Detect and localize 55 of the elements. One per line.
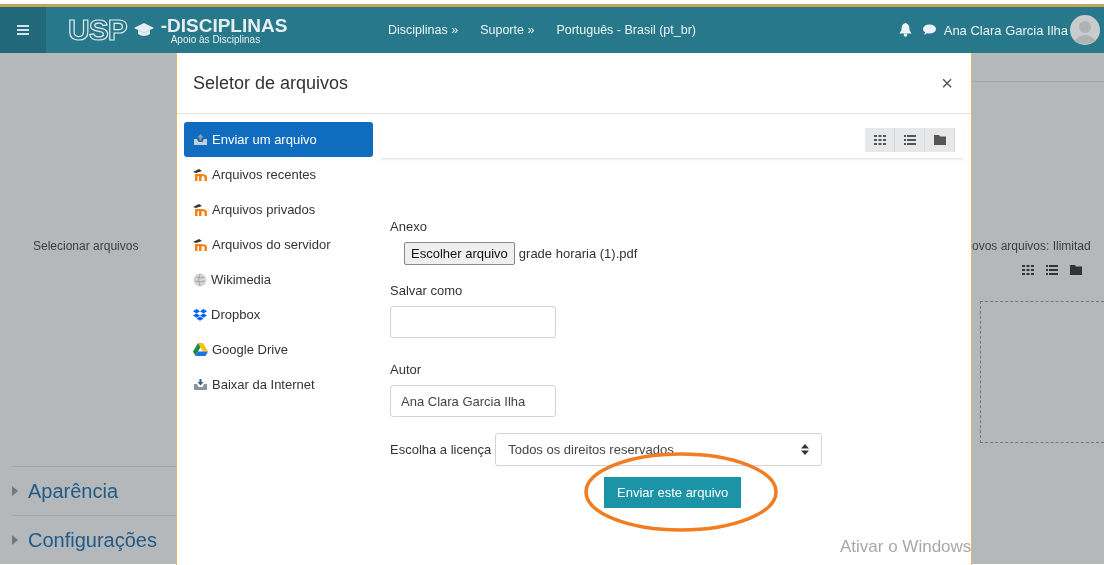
globe-icon	[193, 272, 207, 287]
expand-triangle-icon	[12, 486, 18, 496]
repository-item[interactable]: Dropbox	[184, 297, 373, 332]
repository-item[interactable]: Arquivos privados	[184, 192, 373, 227]
folder-icon[interactable]	[1070, 265, 1082, 275]
license-select[interactable]: Todos os direitos reservados	[495, 433, 823, 466]
field-label: Selecionar arquivos	[33, 239, 140, 253]
list-view-icon[interactable]	[1046, 265, 1058, 275]
choose-file-button[interactable]: Escolher arquivo	[404, 242, 515, 265]
repository-item[interactable]: Enviar um arquivo	[184, 122, 373, 157]
nav-menu-link[interactable]: Suporte »	[480, 23, 535, 37]
brand-tagline: Apoio às Disciplinas	[170, 34, 262, 45]
section-heading-link[interactable]: Configurações	[28, 528, 157, 552]
max-files-text: ovos arquivos: Ilimitad	[972, 239, 1092, 253]
nav-menu-link[interactable]: Disciplinas »	[388, 23, 459, 37]
repository-item[interactable]: Wikimedia	[184, 262, 373, 297]
file-name: grade horaria (1).pdf	[518, 246, 638, 261]
upload-button[interactable]: Enviar este arquivo	[604, 477, 742, 508]
upload-tray-icon	[193, 133, 208, 146]
list-view-icon	[903, 135, 916, 145]
author-label: Autor	[390, 362, 422, 377]
dialog-title: Seletor de arquivos	[193, 72, 349, 94]
brand-name[interactable]: -DISCIPLINAS	[160, 15, 288, 35]
drive-triangle-icon	[193, 343, 208, 356]
save-as-field[interactable]	[390, 306, 556, 338]
avatar-icon[interactable]	[1070, 15, 1100, 45]
dropbox-icon	[193, 308, 207, 321]
save-as-label: Salvar como	[390, 283, 463, 298]
license-label: Escolha a licença	[390, 442, 492, 457]
attachment-label: Anexo	[390, 219, 427, 234]
activation-watermark: Ativar o Windows	[840, 537, 972, 557]
grid-view-icon[interactable]	[1022, 265, 1034, 275]
repository-item[interactable]: Google Drive	[184, 332, 373, 367]
moodle-m-icon	[193, 238, 208, 251]
folder-icon	[933, 135, 946, 145]
repository-item[interactable]: Arquivos do servidor	[184, 227, 373, 262]
graduation-cap-icon	[132, 22, 155, 38]
download-tray-icon	[193, 378, 208, 391]
bell-icon[interactable]	[898, 23, 912, 37]
chat-bubble-icon[interactable]	[921, 24, 936, 36]
repository-item[interactable]: Arquivos recentes	[184, 157, 373, 192]
section-heading-link[interactable]: Aparência	[28, 479, 119, 503]
brand-logo-text[interactable]: USP	[68, 13, 127, 47]
menu-icon	[17, 25, 29, 35]
grid-view-icon	[873, 135, 886, 145]
author-field[interactable]: Ana Clara Garcia Ilha	[390, 385, 556, 417]
moodle-m-icon	[193, 168, 208, 181]
moodle-m-icon	[193, 203, 208, 216]
close-button[interactable]: ×	[937, 71, 957, 95]
expand-triangle-icon	[12, 535, 18, 545]
nav-menu-link[interactable]: Português - Brasil (pt_br)	[556, 23, 697, 37]
menu-button[interactable]	[0, 7, 46, 53]
sort-arrows-icon	[801, 444, 810, 455]
repository-item[interactable]: Baixar da Internet	[184, 367, 373, 402]
user-name[interactable]: Ana Clara Garcia Ilha	[943, 22, 1068, 38]
